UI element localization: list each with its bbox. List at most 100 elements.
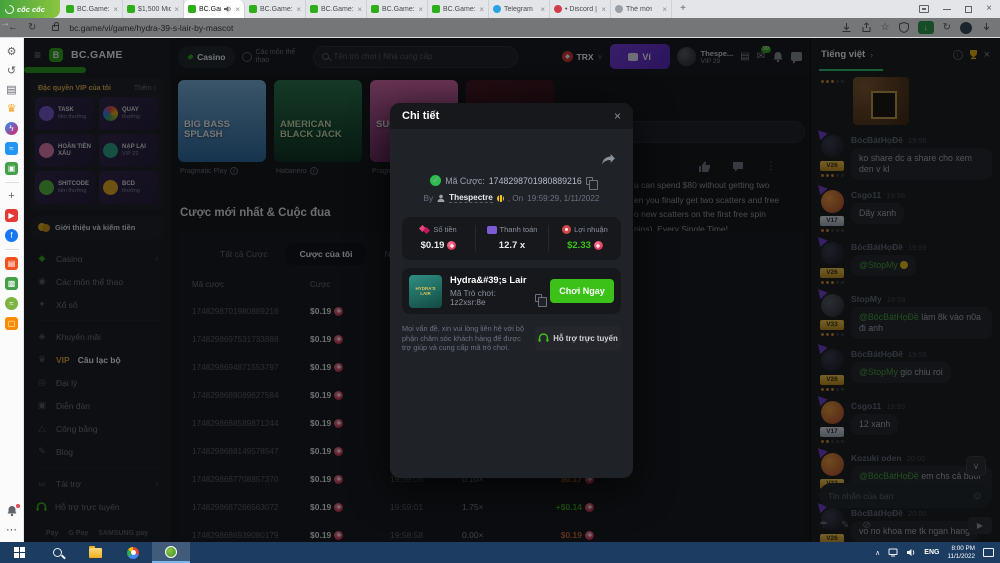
browser-tab-discord[interactable]: • Discord | #× <box>550 0 611 18</box>
bet-id-row: ✓ Mã Cược: 1748298701980889216 <box>390 175 633 186</box>
new-tab-button[interactable]: + <box>676 2 690 16</box>
telegram-favicon <box>493 5 501 13</box>
crown-icon[interactable]: ♛ <box>7 103 17 115</box>
modal-body: ✓ Mã Cược: 1748298701980889216 By Thespe… <box>390 175 633 353</box>
history-icon[interactable]: ↺ <box>7 65 16 77</box>
bet-timestamp: 19:59:29, 1/11/2022 <box>527 194 599 203</box>
windows-logo-icon <box>14 547 25 558</box>
live-support-button[interactable]: Hỗ trợ trực tuyến <box>535 326 621 351</box>
bcgame-favicon <box>188 5 196 13</box>
close-icon[interactable]: × <box>357 5 362 14</box>
network-icon[interactable] <box>888 548 898 557</box>
messenger-icon[interactable]: ϟ <box>5 122 18 135</box>
browser-side-rail: ⚙ ↺ ▤ ♛ ϟ ≈ ▣ + ▶ f ▤ ▩ ≈ ▢ ⋯ <box>0 38 24 542</box>
close-icon[interactable]: × <box>479 5 484 14</box>
play-now-button[interactable]: Chơi Ngay <box>550 279 614 303</box>
close-icon[interactable]: × <box>540 5 545 14</box>
browser-tab[interactable]: BC.Game: Cry× <box>306 0 367 18</box>
share-icon[interactable] <box>601 153 616 166</box>
bcgame-favicon <box>432 5 440 13</box>
browser-tab[interactable]: $1,500 Midwe× <box>123 0 184 18</box>
gift-app-icon[interactable]: ▩ <box>5 277 18 290</box>
modal-header: Chi tiết × <box>390 103 633 129</box>
speaker-icon[interactable] <box>906 548 916 557</box>
maximize-button[interactable] <box>965 6 972 13</box>
support-note: Mọi vấn đề, xin vui lòng liên hệ với bộ … <box>402 324 527 353</box>
bet-id: 1748298701980889216 <box>489 176 582 186</box>
chrome-button[interactable] <box>114 542 152 563</box>
stat-amount: Số tiền $0.19 <box>402 225 475 251</box>
trx-gem-icon <box>594 241 603 250</box>
action-center-icon[interactable] <box>983 548 994 557</box>
minimize-button[interactable] <box>943 9 951 10</box>
browser-tab-newtab[interactable]: Thẻ mới× <box>611 0 672 18</box>
add-shortcut-icon[interactable]: + <box>8 190 14 202</box>
copy-icon[interactable] <box>535 294 542 302</box>
reading-list-icon[interactable]: ▤ <box>6 84 16 96</box>
close-icon[interactable]: × <box>235 5 240 14</box>
close-icon[interactable]: × <box>296 5 301 14</box>
person-icon <box>437 194 445 202</box>
pinned-app-icon[interactable]: ≈ <box>5 142 18 155</box>
tab-media-icon[interactable] <box>919 5 929 13</box>
browser-tab[interactable]: BC.Game: Cry× <box>245 0 306 18</box>
orange-tv-app-icon[interactable]: ▤ <box>5 257 18 270</box>
start-button[interactable] <box>0 542 38 563</box>
taskbar-search[interactable] <box>38 542 76 563</box>
facebook-icon[interactable]: f <box>5 229 18 242</box>
system-tray: ∧ ENG 8:00 PM 11/1/2022 <box>875 545 1000 560</box>
browser-tab[interactable]: BC.Game: Cry× <box>367 0 428 18</box>
leaf-app-icon[interactable]: ≈ <box>5 297 18 310</box>
game-row: HYDRA'S LAIR Hydra&#39;s Lair Mã Trò chơ… <box>402 268 621 314</box>
close-icon[interactable]: × <box>113 5 118 14</box>
browser-tab[interactable]: BC.Game: Cry× <box>428 0 489 18</box>
bet-meta-row: By Thespectre , On 19:59:29, 1/11/2022 <box>390 193 633 203</box>
modal-title: Chi tiết <box>402 110 614 122</box>
coccoc-icon <box>165 546 177 558</box>
bcgame-favicon <box>249 5 257 13</box>
language-indicator[interactable]: ENG <box>924 549 939 556</box>
notification-bell[interactable] <box>6 505 18 517</box>
bcgame-page: ≡ B BC.GAME Đặc quyền VIP của tôi Thêm ›… <box>24 38 1000 542</box>
close-icon[interactable]: × <box>614 109 621 123</box>
game-title: Hydra&#39;s Lair <box>450 275 542 285</box>
chip-icon <box>562 225 571 234</box>
cart-app-icon[interactable]: ▢ <box>5 317 18 330</box>
taskbar-clock[interactable]: 8:00 PM 11/1/2022 <box>947 545 975 560</box>
browser-tab-telegram[interactable]: Telegram× <box>489 0 550 18</box>
bcgame-favicon <box>310 5 318 13</box>
forward-icon[interactable]: → <box>0 18 1000 37</box>
youtube-icon[interactable]: ▶ <box>5 209 18 222</box>
browser-tab-active[interactable]: BC.Game:× <box>184 0 245 18</box>
game-thumbnail[interactable]: HYDRA'S LAIR <box>409 275 442 308</box>
folder-icon <box>89 548 102 558</box>
support-note-row: Mọi vấn đề, xin vui lòng liên hệ với bộ … <box>402 324 621 353</box>
close-icon[interactable]: × <box>601 5 606 14</box>
gamepad-icon[interactable]: ▣ <box>5 162 18 175</box>
notification-dot <box>16 504 20 508</box>
copy-icon[interactable] <box>586 177 593 185</box>
coccoc-button-active[interactable] <box>152 542 190 563</box>
close-icon[interactable]: × <box>662 5 667 14</box>
bee-icon <box>497 195 504 202</box>
headset-icon <box>538 333 549 343</box>
more-icon[interactable]: ⋯ <box>6 524 17 536</box>
windows-taskbar: ∧ ENG 8:00 PM 11/1/2022 <box>0 542 1000 563</box>
bet-owner[interactable]: Thespectre <box>449 193 493 203</box>
divider <box>5 249 19 250</box>
bet-stats: Số tiền $0.19 Thanh toán 12.7 x Lợi nhuậ… <box>402 217 621 260</box>
tray-expand-icon[interactable]: ∧ <box>875 549 880 557</box>
coccoc-logo-icon <box>3 3 16 16</box>
browser-tab[interactable]: BC.Game: Cry× <box>62 0 123 18</box>
verified-check-icon: ✓ <box>430 175 441 186</box>
close-window-button[interactable]: × <box>986 0 992 18</box>
close-icon[interactable]: × <box>174 5 179 14</box>
audio-icon <box>224 5 232 13</box>
stat-profit: Lợi nhuận $2.33 <box>548 225 621 251</box>
trx-gem-icon <box>447 241 456 250</box>
coccoc-menu-button[interactable]: cốc cốc <box>0 0 60 18</box>
file-explorer-button[interactable] <box>76 542 114 563</box>
bcgame-favicon <box>371 5 379 13</box>
close-icon[interactable]: × <box>418 5 423 14</box>
gear-icon[interactable]: ⚙ <box>7 46 17 58</box>
